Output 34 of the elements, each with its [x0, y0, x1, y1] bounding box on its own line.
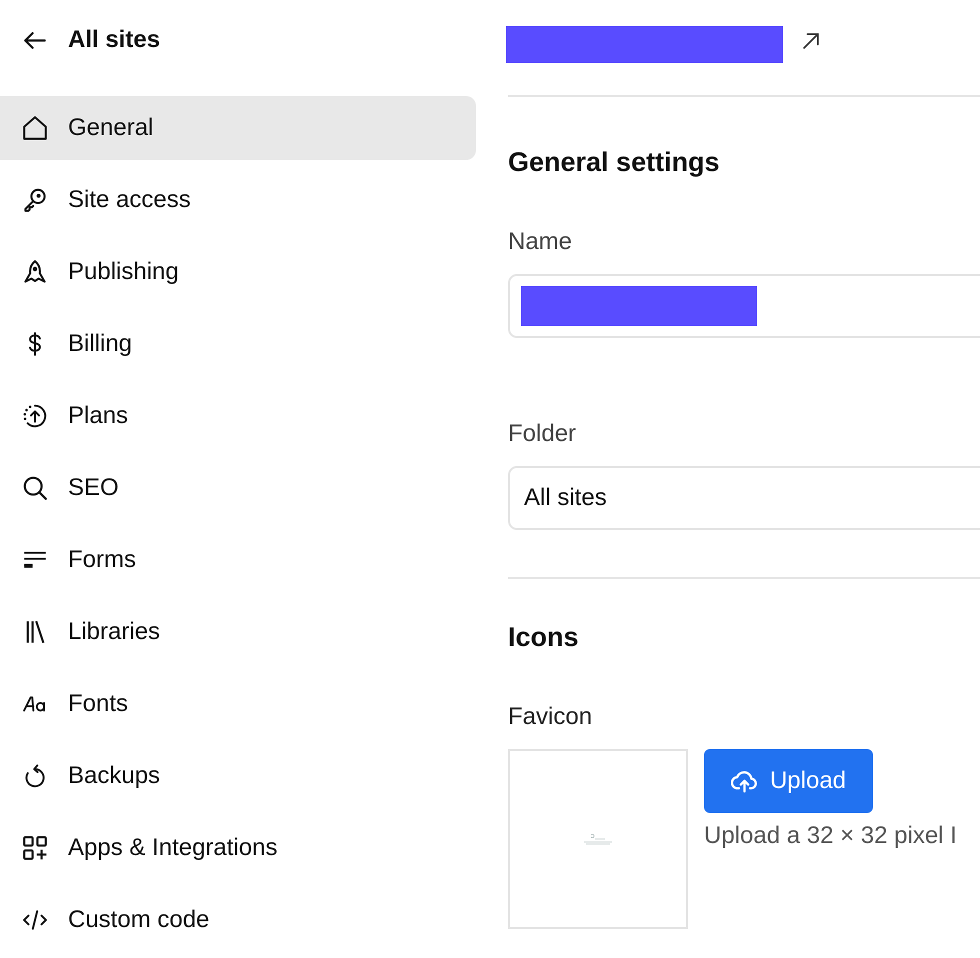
section-heading: Icons — [508, 621, 579, 653]
back-arrow-icon[interactable] — [24, 32, 46, 48]
all-sites-link[interactable]: All sites — [68, 26, 160, 54]
code-icon — [23, 908, 47, 932]
field-label: Folder — [508, 420, 576, 448]
field-label: Favicon — [508, 703, 592, 731]
key-icon — [23, 188, 47, 212]
sidebar-item[interactable]: Apps & Integrations — [0, 816, 476, 880]
sidebar-item[interactable]: Libraries — [0, 600, 476, 664]
field-label: Name — [508, 228, 572, 256]
cloud-upload-icon — [730, 770, 758, 792]
sidebar-item[interactable]: Billing — [0, 312, 476, 376]
sidebar-item[interactable]: Custom code — [0, 888, 476, 952]
upload-button[interactable]: Upload — [704, 749, 873, 813]
house-icon — [23, 116, 47, 140]
text-field[interactable]: All sites — [508, 466, 980, 530]
sidebar-item[interactable]: Publishing — [0, 240, 476, 304]
sidebar-item[interactable]: Site access — [0, 168, 476, 232]
counterclockwise-arrow-icon — [23, 764, 47, 788]
squares-plus-icon — [23, 836, 47, 860]
sidebar-item[interactable]: Fonts — [0, 672, 476, 736]
upload-hint-text: Upload a 32 × 32 pixel I — [704, 822, 957, 850]
sidebar-item[interactable]: General — [0, 96, 476, 160]
sidebar-item[interactable]: Plans — [0, 384, 476, 448]
section-heading: General settings — [508, 146, 720, 178]
sidebar-item[interactable]: Backups — [0, 744, 476, 808]
dashed-circle-arrow-up-icon — [23, 404, 47, 428]
search-icon — [23, 476, 47, 500]
name-field[interactable] — [508, 274, 980, 338]
sidebar-item[interactable]: SEO — [0, 456, 476, 520]
external-link-icon[interactable] — [803, 32, 819, 48]
thumbnail-drawing — [583, 833, 613, 845]
sidebar-item[interactable]: Forms — [0, 528, 476, 592]
rocket-icon — [23, 260, 47, 284]
